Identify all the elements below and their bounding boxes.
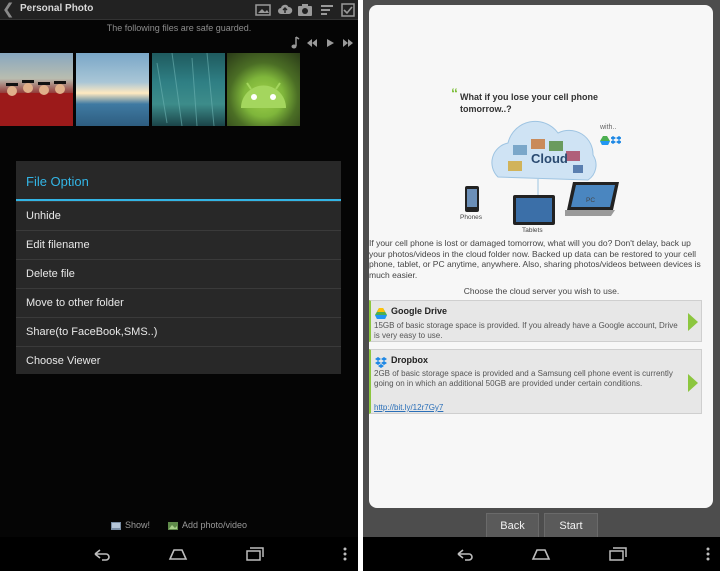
- photo-thumbnail[interactable]: [0, 53, 73, 126]
- photo-thumbnail[interactable]: [76, 53, 149, 126]
- app-title: Personal Photo: [20, 3, 94, 14]
- add-photo-icon: [167, 520, 179, 532]
- home-nav-icon[interactable]: [531, 546, 551, 562]
- pc-label: PC: [586, 197, 596, 204]
- music-note-icon[interactable]: [287, 36, 301, 50]
- next-icon[interactable]: [341, 36, 355, 50]
- dropbox-option[interactable]: Dropbox 2GB of basic storage space is pr…: [369, 349, 702, 414]
- right-screen: “ What if you lose your cell phone tomor…: [363, 0, 720, 571]
- with-label: with..: [600, 124, 617, 131]
- google-drive-title: Google Drive: [391, 306, 448, 316]
- dropbox-small-icon: [610, 132, 622, 150]
- add-photo-video-button[interactable]: Add photo/video: [167, 517, 247, 533]
- quote-mark-icon: “: [451, 85, 458, 101]
- dropbox-link[interactable]: http://bit.ly/12r7Gy7: [374, 403, 443, 412]
- menu-item-choose-viewer[interactable]: Choose Viewer: [16, 346, 341, 375]
- choose-server-text: Choose the cloud server you wish to use.: [463, 286, 620, 296]
- dropbox-icon: [375, 355, 387, 368]
- tablet-device-icon: [513, 195, 555, 230]
- back-nav-icon[interactable]: [455, 546, 475, 562]
- show-button[interactable]: Show!: [110, 517, 150, 533]
- navigation-bar: [363, 537, 720, 571]
- show-icon: [110, 520, 122, 532]
- home-nav-icon[interactable]: [168, 546, 188, 562]
- description-text: If your cell phone is lost or damaged to…: [369, 238, 701, 280]
- file-option-dialog: File Option Unhide Edit filename Delete …: [16, 161, 341, 374]
- safe-guard-subtitle: The following files are safe guarded.: [106, 23, 252, 33]
- back-chevron-icon[interactable]: ❮: [2, 1, 15, 19]
- menu-item-delete-file[interactable]: Delete file: [16, 259, 341, 288]
- overflow-menu-icon[interactable]: [335, 546, 347, 562]
- menu-item-share[interactable]: Share(to FaceBook,SMS..): [16, 317, 341, 346]
- tablets-label: Tablets: [522, 227, 543, 234]
- play-icon[interactable]: [323, 36, 337, 50]
- add-photo-label: Add photo/video: [182, 520, 248, 530]
- gallery-icon[interactable]: [255, 2, 271, 18]
- start-button[interactable]: Start: [544, 513, 598, 539]
- dropbox-title: Dropbox: [391, 355, 428, 365]
- photo-thumbnail[interactable]: [152, 53, 225, 126]
- show-label: Show!: [125, 520, 151, 530]
- dropbox-desc: 2GB of basic storage space is provided a…: [374, 369, 673, 388]
- previous-icon[interactable]: [305, 36, 319, 50]
- back-button[interactable]: Back: [486, 513, 539, 539]
- recent-apps-nav-icon[interactable]: [245, 546, 265, 562]
- action-bar: ❮ Personal Photo: [0, 0, 358, 20]
- chevron-right-icon: [687, 312, 699, 332]
- menu-item-edit-filename[interactable]: Edit filename: [16, 230, 341, 259]
- recent-apps-nav-icon[interactable]: [608, 546, 628, 562]
- cloud-upload-icon[interactable]: [277, 2, 293, 18]
- menu-item-move-folder[interactable]: Move to other folder: [16, 288, 341, 317]
- left-screen: ❮ Personal Photo The following files are…: [0, 0, 358, 571]
- dialog-title: File Option: [26, 174, 89, 189]
- sort-icon[interactable]: [319, 2, 335, 18]
- google-drive-desc: 15GB of basic storage space is provided.…: [374, 321, 678, 340]
- overflow-menu-icon[interactable]: [698, 546, 710, 562]
- headline: “ What if you lose your cell phone tomor…: [451, 86, 650, 115]
- photo-thumbnails: [0, 53, 358, 127]
- google-drive-option[interactable]: Google Drive 15GB of basic storage space…: [369, 300, 702, 342]
- back-nav-icon[interactable]: [92, 546, 112, 562]
- google-drive-small-icon: [600, 132, 610, 150]
- headline-text: What if you lose your cell phone tomorro…: [460, 92, 599, 114]
- chevron-right-icon: [687, 373, 699, 393]
- cloud-label: Cloud: [531, 151, 568, 166]
- google-drive-icon: [375, 306, 387, 319]
- phones-label: Phones: [460, 214, 483, 221]
- navigation-bar: [0, 537, 358, 571]
- phone-device-icon: [465, 186, 479, 217]
- camera-icon[interactable]: [297, 2, 313, 18]
- menu-item-unhide[interactable]: Unhide: [16, 201, 341, 230]
- photo-thumbnail[interactable]: [227, 53, 300, 126]
- select-all-icon[interactable]: [340, 2, 356, 18]
